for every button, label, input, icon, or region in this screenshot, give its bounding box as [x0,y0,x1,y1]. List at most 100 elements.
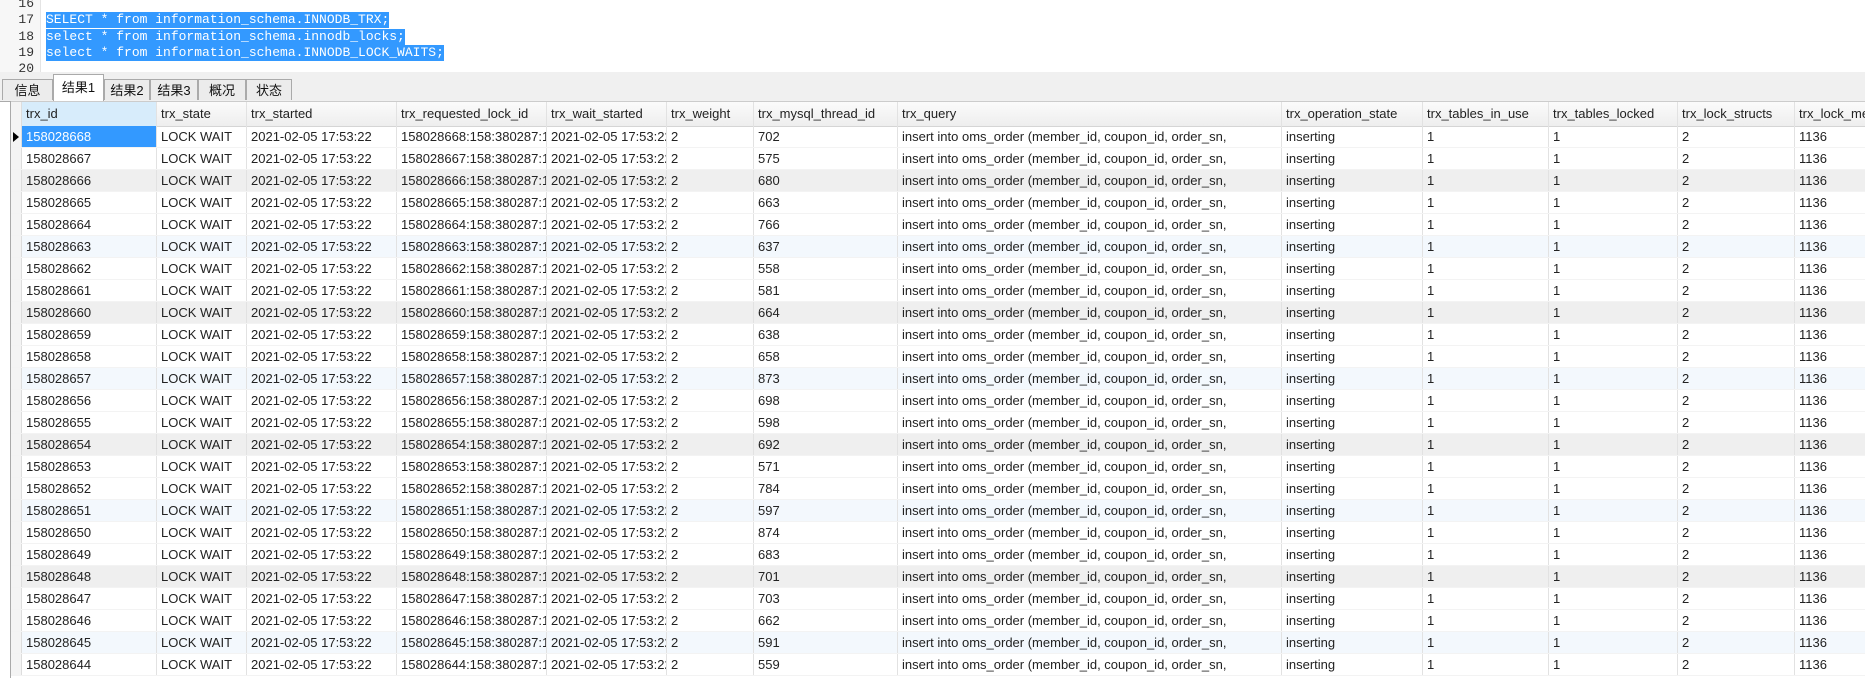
cell-trx-mysql-thread-id[interactable]: 638 [754,324,898,345]
tab-3[interactable]: 结果2 [104,79,150,100]
cell-trx-state[interactable]: LOCK WAIT [157,170,247,191]
cell-trx-weight[interactable]: 2 [667,522,754,543]
cell-trx-wait-started[interactable]: 2021-02-05 17:53:22 [547,412,667,433]
table-row[interactable]: 158028660 LOCK WAIT 2021-02-05 17:53:22 158… [11,302,1865,324]
cell-trx-wait-started[interactable]: 2021-02-05 17:53:22 [547,170,667,191]
cell-trx-started[interactable]: 2021-02-05 17:53:22 [247,390,397,411]
cell-trx-lock-structs[interactable]: 2 [1678,654,1795,675]
row-indicator[interactable] [11,324,22,345]
row-indicator[interactable] [11,170,22,191]
cell-trx-started[interactable]: 2021-02-05 17:53:22 [247,522,397,543]
cell-trx-lock-memory-bytes[interactable]: 1136 [1795,192,1865,213]
column-header-trx-operation-state[interactable]: trx_operation_state [1282,102,1423,126]
cell-trx-requested-lock-id[interactable]: 158028657:158:380287:1 [397,368,547,389]
cell-trx-query[interactable]: insert into oms_order (member_id, coupon… [898,610,1282,631]
row-indicator[interactable] [11,522,22,543]
cell-trx-weight[interactable]: 2 [667,346,754,367]
cell-trx-mysql-thread-id[interactable]: 575 [754,148,898,169]
cell-trx-started[interactable]: 2021-02-05 17:53:22 [247,258,397,279]
cell-trx-query[interactable]: insert into oms_order (member_id, coupon… [898,192,1282,213]
cell-trx-operation-state[interactable]: inserting [1282,654,1423,675]
cell-trx-lock-structs[interactable]: 2 [1678,610,1795,631]
cell-trx-lock-structs[interactable]: 2 [1678,170,1795,191]
cell-trx-requested-lock-id[interactable]: 158028645:158:380287:1 [397,632,547,653]
cell-trx-operation-state[interactable]: inserting [1282,324,1423,345]
cell-trx-requested-lock-id[interactable]: 158028658:158:380287:1 [397,346,547,367]
cell-trx-started[interactable]: 2021-02-05 17:53:22 [247,632,397,653]
cell-trx-tables-in-use[interactable]: 1 [1423,280,1549,301]
cell-trx-mysql-thread-id[interactable]: 874 [754,522,898,543]
cell-trx-id[interactable]: 158028665 [22,192,157,213]
cell-trx-mysql-thread-id[interactable]: 784 [754,478,898,499]
cell-trx-lock-structs[interactable]: 2 [1678,258,1795,279]
result-grid[interactable]: trx_id trx_state trx_started trx_requested_… [10,101,1865,678]
row-indicator[interactable] [11,346,22,367]
cell-trx-weight[interactable]: 2 [667,412,754,433]
column-header-trx-state[interactable]: trx_state [157,102,247,126]
column-header-trx-mysql-thread-id[interactable]: trx_mysql_thread_id [754,102,898,126]
cell-trx-query[interactable]: insert into oms_order (member_id, coupon… [898,280,1282,301]
cell-trx-lock-structs[interactable]: 2 [1678,280,1795,301]
cell-trx-weight[interactable]: 2 [667,610,754,631]
cell-trx-lock-structs[interactable]: 2 [1678,346,1795,367]
row-indicator[interactable] [11,500,22,521]
cell-trx-mysql-thread-id[interactable]: 662 [754,610,898,631]
cell-trx-query[interactable]: insert into oms_order (member_id, coupon… [898,258,1282,279]
cell-trx-mysql-thread-id[interactable]: 558 [754,258,898,279]
cell-trx-weight[interactable]: 2 [667,566,754,587]
cell-trx-requested-lock-id[interactable]: 158028668:158:380287:1 [397,126,547,147]
cell-trx-query[interactable]: insert into oms_order (member_id, coupon… [898,456,1282,477]
tab-2[interactable]: 结果1 [53,74,104,101]
cell-trx-mysql-thread-id[interactable]: 658 [754,346,898,367]
row-indicator[interactable] [11,126,22,147]
column-header-trx-started[interactable]: trx_started [247,102,397,126]
cell-trx-lock-structs[interactable]: 2 [1678,214,1795,235]
cell-trx-tables-in-use[interactable]: 1 [1423,192,1549,213]
tab-6[interactable]: 状态 [246,79,292,100]
cell-trx-tables-locked[interactable]: 1 [1549,346,1678,367]
cell-trx-operation-state[interactable]: inserting [1282,412,1423,433]
cell-trx-mysql-thread-id[interactable]: 701 [754,566,898,587]
row-indicator[interactable] [11,192,22,213]
cell-trx-wait-started[interactable]: 2021-02-05 17:53:22 [547,434,667,455]
cell-trx-tables-locked[interactable]: 1 [1549,192,1678,213]
cell-trx-started[interactable]: 2021-02-05 17:53:22 [247,566,397,587]
cell-trx-lock-structs[interactable]: 2 [1678,412,1795,433]
cell-trx-id[interactable]: 158028663 [22,236,157,257]
cell-trx-started[interactable]: 2021-02-05 17:53:22 [247,456,397,477]
cell-trx-tables-locked[interactable]: 1 [1549,258,1678,279]
table-row[interactable]: 158028655 LOCK WAIT 2021-02-05 17:53:22 158… [11,412,1865,434]
table-row[interactable]: 158028645 LOCK WAIT 2021-02-05 17:53:22 158… [11,632,1865,654]
row-indicator[interactable] [11,478,22,499]
cell-trx-tables-locked[interactable]: 1 [1549,324,1678,345]
cell-trx-tables-in-use[interactable]: 1 [1423,588,1549,609]
cell-trx-requested-lock-id[interactable]: 158028662:158:380287:1 [397,258,547,279]
cell-trx-state[interactable]: LOCK WAIT [157,302,247,323]
cell-trx-started[interactable]: 2021-02-05 17:53:22 [247,280,397,301]
cell-trx-requested-lock-id[interactable]: 158028646:158:380287:1 [397,610,547,631]
cell-trx-started[interactable]: 2021-02-05 17:53:22 [247,236,397,257]
cell-trx-weight[interactable]: 2 [667,500,754,521]
table-row[interactable]: 158028651 LOCK WAIT 2021-02-05 17:53:22 158… [11,500,1865,522]
cell-trx-tables-in-use[interactable]: 1 [1423,566,1549,587]
code-text[interactable]: select * from information_schema.innodb_… [46,29,405,45]
cell-trx-tables-in-use[interactable]: 1 [1423,214,1549,235]
column-header-trx-lock-memory-bytes[interactable]: trx_lock_memory_bytes [1795,102,1865,126]
cell-trx-mysql-thread-id[interactable]: 873 [754,368,898,389]
cell-trx-tables-in-use[interactable]: 1 [1423,434,1549,455]
cell-trx-lock-structs[interactable]: 2 [1678,588,1795,609]
table-row[interactable]: 158028650 LOCK WAIT 2021-02-05 17:53:22 158… [11,522,1865,544]
row-indicator[interactable] [11,302,22,323]
cell-trx-tables-in-use[interactable]: 1 [1423,126,1549,147]
cell-trx-tables-locked[interactable]: 1 [1549,302,1678,323]
cell-trx-operation-state[interactable]: inserting [1282,346,1423,367]
cell-trx-lock-structs[interactable]: 2 [1678,390,1795,411]
code-text[interactable]: SELECT * from information_schema.INNODB_… [46,12,390,28]
cell-trx-weight[interactable]: 2 [667,170,754,191]
cell-trx-weight[interactable]: 2 [667,236,754,257]
cell-trx-lock-memory-bytes[interactable]: 1136 [1795,412,1865,433]
cell-trx-weight[interactable]: 2 [667,280,754,301]
cell-trx-operation-state[interactable]: inserting [1282,280,1423,301]
cell-trx-tables-locked[interactable]: 1 [1549,126,1678,147]
cell-trx-state[interactable]: LOCK WAIT [157,324,247,345]
